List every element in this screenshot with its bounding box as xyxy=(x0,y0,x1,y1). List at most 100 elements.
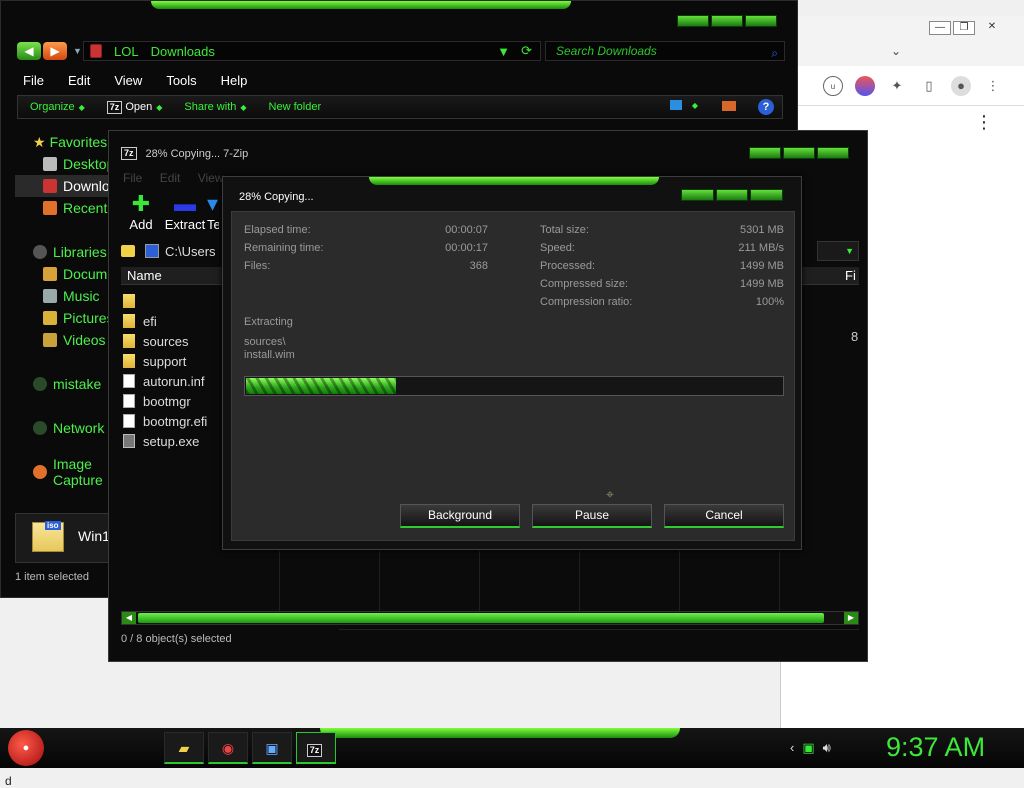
list-item[interactable]: bootmgr xyxy=(123,391,207,411)
explorer-close-button[interactable] xyxy=(745,15,777,27)
nav-network[interactable]: Network xyxy=(15,417,115,439)
side-panel-icon[interactable]: ▯ xyxy=(919,76,939,96)
list-item[interactable]: autorun.inf xyxy=(123,371,207,391)
dialog-close-button[interactable] xyxy=(750,189,784,201)
nav-image-capture[interactable]: Image Capture xyxy=(15,456,115,488)
nav-recent[interactable]: Recent xyxy=(15,197,115,219)
current-path-file: install.wim xyxy=(244,349,295,361)
breadcrumb-lol[interactable]: LOL xyxy=(114,44,139,59)
profile-avatar-icon[interactable]: ● xyxy=(951,76,971,96)
recent-pages-icon[interactable]: ▼ xyxy=(73,46,82,56)
7zip-path-bar[interactable]: C:\Users xyxy=(121,241,233,261)
list-item[interactable]: setup.exe xyxy=(123,431,207,451)
list-item[interactable]: bootmgr.efi xyxy=(123,411,207,431)
address-bar[interactable]: LOL Downloads ▼ ⟳ xyxy=(83,41,541,61)
add-button[interactable]: ✚ Add xyxy=(119,191,163,237)
add-icon: ✚ xyxy=(131,191,151,216)
taskbar-clock[interactable]: 9:37 AM xyxy=(886,732,985,763)
page-more-icon[interactable]: ⋮ xyxy=(975,112,993,133)
explorer-maximize-button[interactable] xyxy=(711,15,743,27)
tab-search-icon[interactable]: ⌄ xyxy=(891,44,901,58)
menu-bar: File Edit View Tools Help xyxy=(11,71,791,91)
nav-desktop-label: Desktop xyxy=(63,156,115,172)
chrome-menu-icon[interactable]: ⋮ xyxy=(983,76,1003,96)
refresh-icon[interactable]: ⟳ xyxy=(521,43,532,59)
test-label: Test xyxy=(207,217,219,232)
7zip-close-button[interactable] xyxy=(817,147,849,159)
7zip-maximize-button[interactable] xyxy=(783,147,815,159)
menu-tools[interactable]: Tools xyxy=(166,71,196,91)
list-item[interactable]: sources xyxy=(123,331,207,351)
pause-button[interactable]: Pause xyxy=(532,504,652,528)
start-button[interactable]: ● xyxy=(8,730,44,766)
dialog-maximize-button[interactable] xyxy=(715,189,749,201)
test-button[interactable]: ▾ Test xyxy=(207,191,219,237)
folder-up-icon[interactable] xyxy=(121,245,135,257)
cancel-button[interactable]: Cancel xyxy=(664,504,784,528)
menu-help[interactable]: Help xyxy=(221,71,248,91)
search-icon[interactable]: ⌕ xyxy=(771,44,778,62)
view-dropdown-icon[interactable]: ◆ xyxy=(692,101,698,110)
nav-music[interactable]: Music xyxy=(15,285,115,307)
nav-favorites[interactable]: ★ Favorites xyxy=(15,131,115,153)
column-name[interactable]: Name xyxy=(127,268,162,283)
chrome-close-button[interactable]: ✕ xyxy=(981,21,1003,35)
ublock-extension-icon[interactable]: u xyxy=(823,76,843,96)
column-files[interactable]: Fi xyxy=(845,268,856,283)
chrome-maximize-button[interactable]: ❐ xyxy=(953,21,975,35)
7zip-menu-edit[interactable]: Edit xyxy=(160,171,181,185)
preview-pane-icon[interactable] xyxy=(722,101,736,111)
status-cells xyxy=(339,629,859,649)
nav-pictures[interactable]: Pictures xyxy=(15,307,115,329)
breadcrumb-downloads[interactable]: Downloads xyxy=(151,44,215,59)
puzzle-extensions-icon[interactable]: ✦ xyxy=(887,76,907,96)
compression-ratio-value: 100% xyxy=(755,296,784,308)
nav-downloads[interactable]: Downloads xyxy=(15,175,132,197)
path-dropdown-icon[interactable]: ▼ xyxy=(817,241,859,261)
nav-libraries[interactable]: Libraries xyxy=(15,241,115,263)
scroll-right-icon[interactable]: ▶ xyxy=(844,612,858,624)
open-button[interactable]: 7z Open ◆ xyxy=(106,100,162,114)
list-item[interactable] xyxy=(123,291,207,311)
background-button[interactable]: Background xyxy=(400,504,520,528)
tray-expand-icon[interactable]: ‹ xyxy=(790,740,794,756)
taskbar-chrome[interactable]: ◉ xyxy=(208,732,248,764)
organize-button[interactable]: Organize ◆ xyxy=(30,101,85,113)
share-with-button[interactable]: Share with ◆ xyxy=(184,101,246,113)
scroll-left-icon[interactable]: ◀ xyxy=(122,612,136,624)
taskbar-network[interactable]: ▣ xyxy=(252,732,292,764)
7zip-minimize-button[interactable] xyxy=(749,147,781,159)
7zip-menu-file[interactable]: File xyxy=(123,171,142,185)
search-input[interactable]: Search Downloads ⌕ xyxy=(545,41,785,61)
menu-view[interactable]: View xyxy=(114,71,142,91)
tray-network-icon[interactable]: ▣ xyxy=(802,740,814,756)
list-item[interactable]: efi xyxy=(123,311,207,331)
chrome-minimize-button[interactable]: — xyxy=(929,21,951,35)
extension-icon[interactable] xyxy=(855,76,875,96)
nav-documents[interactable]: Documents xyxy=(15,263,134,285)
7zip-menu-view[interactable]: View xyxy=(198,171,224,185)
menu-edit[interactable]: Edit xyxy=(68,71,90,91)
dialog-minimize-button[interactable] xyxy=(681,189,714,201)
menu-file[interactable]: File xyxy=(23,71,44,91)
taskbar-explorer[interactable]: ▰ xyxy=(164,732,204,764)
scrollbar-thumb[interactable] xyxy=(138,613,824,623)
volume-icon[interactable]: 🔊︎ xyxy=(823,740,831,756)
image-capture-icon xyxy=(33,465,47,479)
taskbar-7zip[interactable]: 7z xyxy=(296,732,336,764)
new-folder-button[interactable]: New folder xyxy=(269,101,322,113)
nav-homegroup[interactable]: mistake xyxy=(15,373,115,395)
address-dropdown-icon[interactable]: ▼ xyxy=(497,44,510,59)
nav-desktop[interactable]: Desktop xyxy=(15,153,115,175)
view-icon[interactable] xyxy=(670,100,682,110)
list-item[interactable]: support xyxy=(123,351,207,371)
explorer-minimize-button[interactable] xyxy=(677,15,709,27)
nav-videos[interactable]: Videos xyxy=(15,329,115,351)
back-button[interactable]: ◀ xyxy=(17,42,41,60)
forward-button[interactable]: ▶ xyxy=(43,42,67,60)
grid-line xyxy=(779,551,780,611)
explorer-status-bar: 1 item selected xyxy=(15,571,89,583)
help-icon[interactable]: ? xyxy=(758,99,774,115)
extract-button[interactable]: ▬ Extract xyxy=(163,191,207,237)
horizontal-scrollbar[interactable]: ◀ ▶ xyxy=(121,611,859,625)
